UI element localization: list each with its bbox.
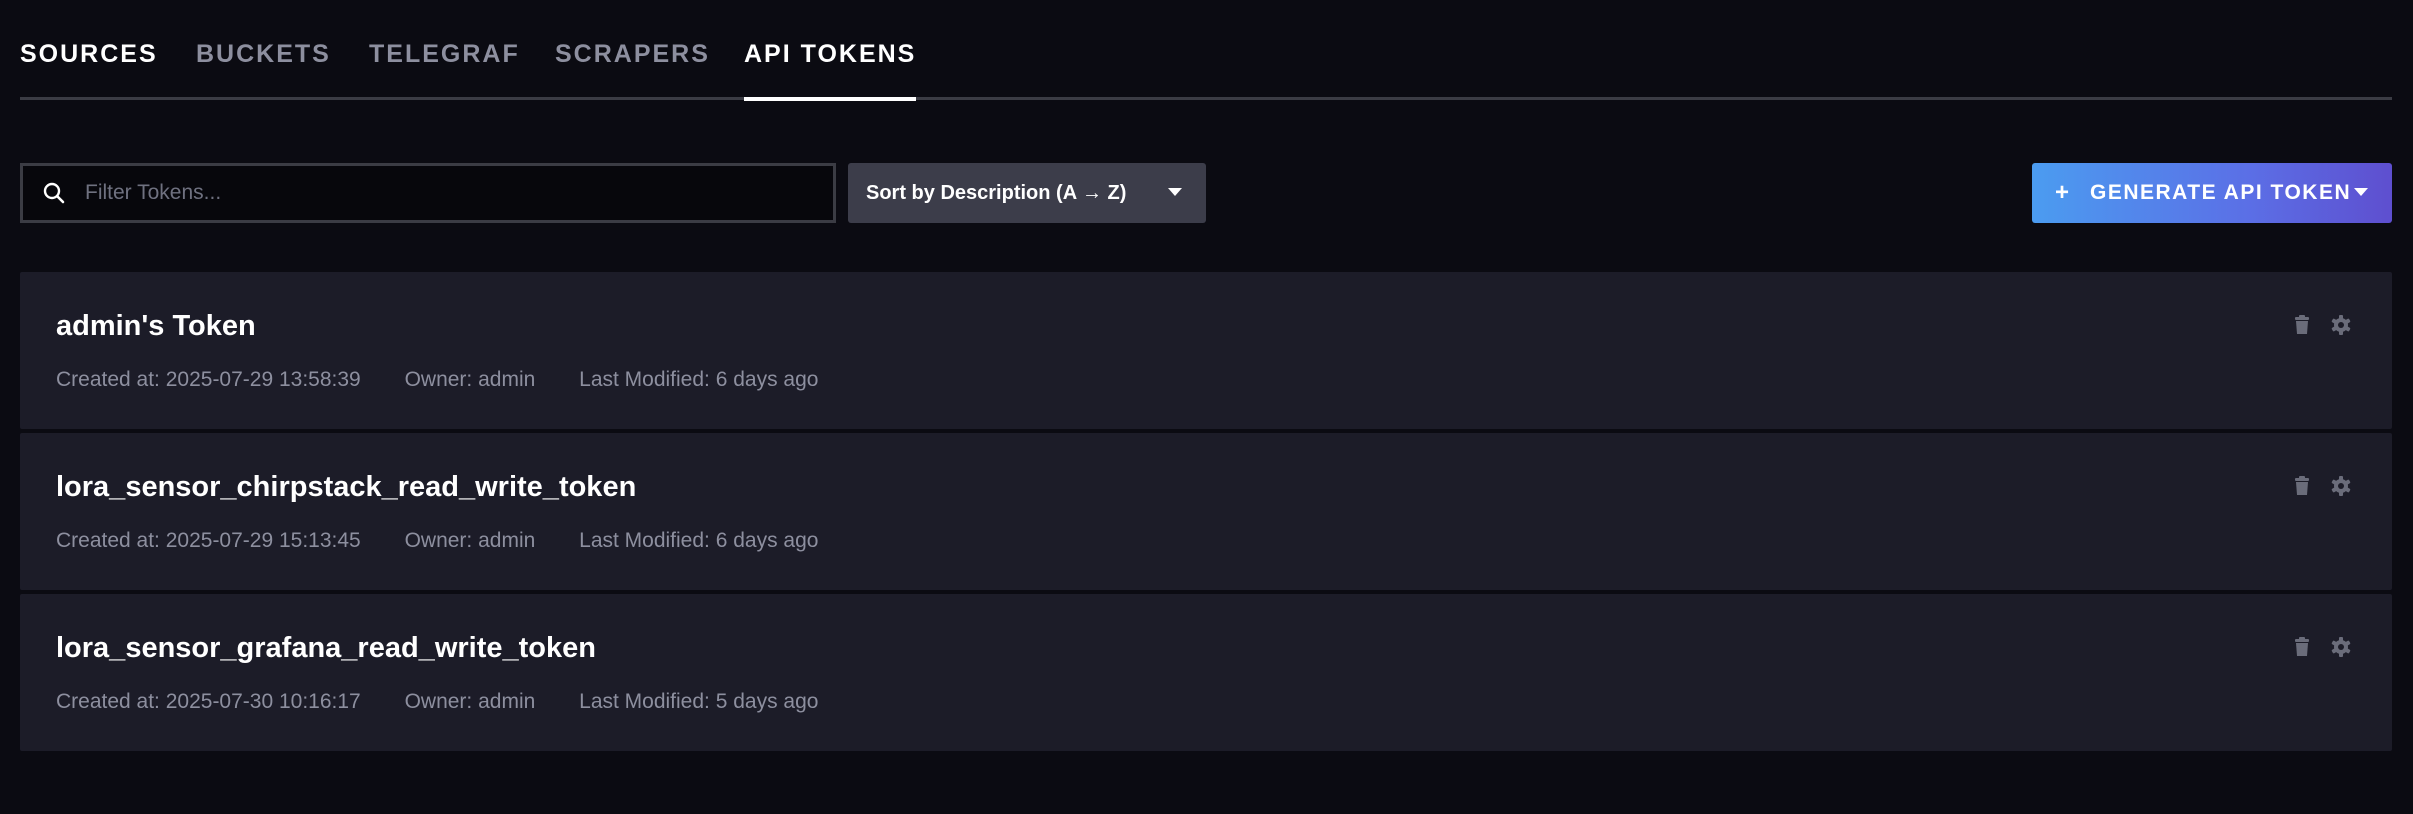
trash-icon[interactable]	[2291, 636, 2313, 658]
filter-tokens-field[interactable]	[20, 163, 836, 223]
token-card[interactable]: lora_sensor_grafana_read_write_token Cre…	[20, 594, 2392, 751]
load-data-tabs: SOURCES BUCKETS TELEGRAF SCRAPERS API TO…	[20, 0, 2392, 101]
token-created-at: Created at: 2025-07-30 10:16:17	[56, 690, 361, 713]
tab-sources[interactable]: SOURCES	[20, 40, 158, 99]
token-name[interactable]: lora_sensor_chirpstack_read_write_token	[56, 471, 636, 504]
plus-icon: +	[2054, 179, 2069, 206]
gear-icon[interactable]	[2330, 636, 2352, 658]
token-owner: Owner: admin	[404, 368, 536, 391]
token-name[interactable]: admin's Token	[56, 310, 256, 343]
tab-scrapers[interactable]: SCRAPERS	[555, 40, 710, 99]
tab-buckets[interactable]: BUCKETS	[196, 40, 331, 99]
token-last-modified: Last Modified: 5 days ago	[579, 690, 819, 713]
trash-icon[interactable]	[2291, 314, 2313, 336]
token-list: admin's Token Created at: 2025-07-29 13:…	[20, 272, 2392, 755]
sort-dropdown-label: Sort by Description (A → Z)	[866, 181, 1127, 204]
trash-icon[interactable]	[2291, 475, 2313, 497]
token-meta: Created at: 2025-07-30 10:16:17 Owner: a…	[56, 690, 856, 714]
token-card[interactable]: admin's Token Created at: 2025-07-29 13:…	[20, 272, 2392, 429]
token-meta: Created at: 2025-07-29 15:13:45 Owner: a…	[56, 529, 856, 553]
caret-down-icon	[2354, 188, 2368, 196]
filter-tokens-input[interactable]	[83, 165, 833, 221]
generate-api-token-label: GENERATE API TOKEN	[2090, 181, 2352, 204]
token-created-at: Created at: 2025-07-29 13:58:39	[56, 368, 361, 391]
tab-api-tokens[interactable]: API TOKENS	[744, 40, 917, 101]
token-actions	[2274, 475, 2352, 497]
token-name[interactable]: lora_sensor_grafana_read_write_token	[56, 632, 596, 665]
caret-down-icon	[1168, 188, 1182, 196]
generate-api-token-button[interactable]: + GENERATE API TOKEN	[2032, 163, 2392, 223]
tab-telegraf[interactable]: TELEGRAF	[369, 40, 520, 99]
token-actions	[2274, 636, 2352, 658]
gear-icon[interactable]	[2330, 314, 2352, 336]
gear-icon[interactable]	[2330, 475, 2352, 497]
token-created-at: Created at: 2025-07-29 15:13:45	[56, 529, 361, 552]
token-meta: Created at: 2025-07-29 13:58:39 Owner: a…	[56, 368, 856, 392]
token-owner: Owner: admin	[404, 690, 536, 713]
token-last-modified: Last Modified: 6 days ago	[579, 529, 819, 552]
search-icon	[43, 182, 65, 204]
token-card[interactable]: lora_sensor_chirpstack_read_write_token …	[20, 433, 2392, 590]
token-owner: Owner: admin	[404, 529, 536, 552]
sort-dropdown[interactable]: Sort by Description (A → Z)	[848, 163, 1206, 223]
token-actions	[2274, 314, 2352, 336]
api-tokens-page: SOURCES BUCKETS TELEGRAF SCRAPERS API TO…	[0, 0, 2413, 814]
token-last-modified: Last Modified: 6 days ago	[579, 368, 819, 391]
